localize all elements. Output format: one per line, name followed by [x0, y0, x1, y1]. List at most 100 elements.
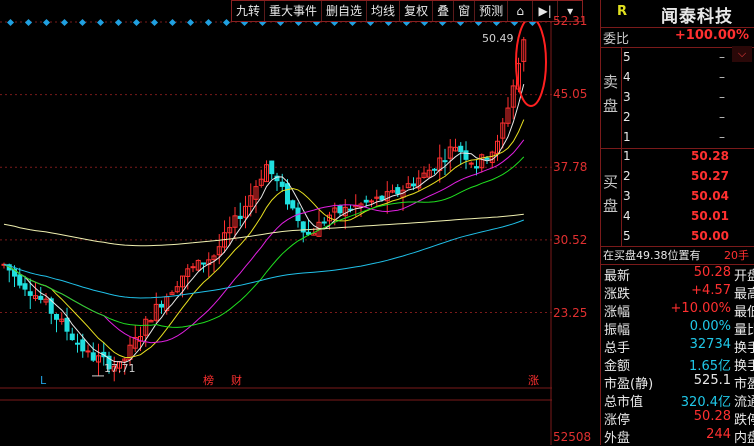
bid-level: 5 [623, 229, 631, 243]
nine-turn-button[interactable]: 九转 [232, 1, 266, 21]
y-tick-label: 37.78 [553, 160, 588, 174]
stat-value: 244 [706, 427, 731, 442]
bid-price: 50.28 [691, 149, 729, 163]
event-marker-icon [60, 18, 69, 27]
home-outline-icon[interactable]: ⌂ [508, 1, 534, 21]
event-marker-label: 榜 [203, 373, 214, 387]
stat-row: 总手 32734 换手 [601, 337, 754, 356]
chart-toolbar: 九转 重大事件 删自选 均线 复权 叠 窗 预测 ⌂ ▶| ▾ [231, 0, 584, 22]
ask-level: 2 [623, 110, 631, 124]
bid-row[interactable]: 4 50.01 [621, 209, 754, 229]
stat-next-label: 跌停 [734, 413, 754, 428]
ask-row[interactable]: 1– [621, 130, 754, 150]
ask-row[interactable]: 4– [621, 70, 754, 90]
candle-body [17, 274, 23, 286]
stat-next-label: 量比 [734, 323, 754, 338]
candle-body [337, 205, 343, 214]
ask-level: 4 [623, 70, 631, 84]
high-price-label: 50.49 [482, 32, 514, 45]
stat-label: 涨跌 [604, 287, 631, 302]
event-marker-label: 涨 [528, 374, 539, 387]
stat-row: 最新 50.28 开盘 [601, 265, 754, 284]
stat-label: 振幅 [604, 323, 631, 338]
ask-row[interactable]: 5– [621, 50, 754, 70]
candlestick-chart[interactable]: L 榜 财 涨 九转 重大事件 删自选 均线 复权 叠 窗 预测 ⌂ ▶| ▾ 52.… [0, 0, 591, 445]
event-marker-icon [96, 18, 105, 27]
ask-level: 3 [623, 90, 631, 104]
commission-ratio-value: +100.00% [674, 28, 749, 43]
stat-value: 525.1 [693, 373, 731, 388]
stat-row: 涨跌 +4.57 最高 [601, 283, 754, 302]
event-marker-label: 财 [231, 373, 242, 387]
stat-label: 涨幅 [604, 305, 631, 320]
ask-price: – [719, 110, 725, 124]
candle-body [290, 200, 296, 209]
bid-price: 50.00 [691, 229, 729, 243]
y-tick-label: 30.52 [553, 233, 588, 247]
bid-price: 50.01 [691, 209, 729, 223]
volume-axis-label: 52508 [553, 430, 592, 444]
candle-body [363, 199, 369, 203]
forecast-button[interactable]: 预测 [475, 1, 509, 21]
stat-label: 总市值 [604, 395, 644, 410]
commission-ratio-row: 委比 +100.00% [601, 28, 754, 48]
stat-next-label: 内盘 [734, 431, 754, 446]
event-marker-icon [42, 18, 51, 27]
buy-side-label: 买盘 [603, 173, 619, 215]
remove-watchlist-button[interactable]: 删自选 [322, 1, 368, 21]
candle-body [159, 303, 164, 308]
candle-body [90, 352, 96, 361]
bid-row[interactable]: 3 50.04 [621, 189, 754, 209]
ask-price: – [719, 90, 725, 104]
event-marker-icon [150, 18, 159, 27]
stat-next-label: 最低 [734, 305, 754, 320]
candle-body [321, 221, 327, 224]
bid-row[interactable]: 2 50.27 [621, 169, 754, 189]
ask-row[interactable]: 2– [621, 110, 754, 130]
commission-ratio-label: 委比 [603, 32, 630, 47]
candle-body [463, 150, 469, 160]
stat-next-label: 市盈 [734, 377, 754, 392]
ask-row[interactable]: 3– [621, 90, 754, 110]
rzrq-badge: R [617, 4, 628, 19]
candle-body [458, 145, 464, 153]
bid-price: 50.04 [691, 189, 729, 203]
candle-body [85, 350, 91, 353]
candle-body [395, 187, 401, 195]
ask-price: – [719, 50, 725, 64]
window-button[interactable]: 窗 [454, 1, 476, 21]
low-price-label: 17.71 [104, 362, 136, 375]
bid-row[interactable]: 1 50.28 [621, 149, 754, 169]
candle-body [279, 181, 285, 187]
candle-body [190, 266, 196, 269]
candle-body [69, 333, 75, 341]
candle-body [38, 295, 44, 300]
highlight-circle [515, 17, 547, 107]
candle-body [484, 157, 490, 160]
event-marker-icon [114, 18, 123, 27]
bid-price: 50.27 [691, 169, 729, 183]
stat-label: 市盈(静) [604, 377, 654, 392]
ask-price: – [719, 70, 725, 84]
chart-canvas[interactable]: L榜财涨 [0, 0, 552, 445]
adjust-price-button[interactable]: 复权 [400, 1, 434, 21]
event-marker-icon [168, 18, 177, 27]
candle-body [468, 162, 474, 165]
stat-next-label: 开盘 [734, 269, 754, 284]
candle-body [75, 342, 80, 345]
stat-next-label: 最高 [734, 287, 754, 302]
major-events-button[interactable]: 重大事件 [265, 1, 323, 21]
stat-value: 50.28 [693, 265, 731, 280]
candle-body [269, 160, 275, 175]
stat-label: 涨停 [604, 413, 631, 428]
ask-price: – [719, 130, 725, 144]
candle-body [432, 168, 437, 171]
stat-value: 50.28 [693, 409, 731, 424]
event-marker-icon [132, 18, 141, 27]
stat-value: 32734 [689, 337, 731, 352]
event-marker-icon [222, 18, 231, 27]
bid-info-count: 20手 [724, 249, 749, 262]
stat-row: 涨幅 +10.00% 最低 [601, 301, 754, 320]
overlay-button[interactable]: 叠 [433, 1, 455, 21]
moving-average-button[interactable]: 均线 [367, 1, 401, 21]
